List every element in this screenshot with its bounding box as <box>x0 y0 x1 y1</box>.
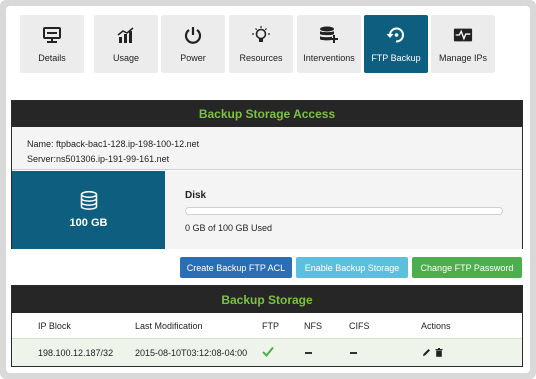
tab-label: Usage <box>112 53 139 63</box>
tab-label: Resources <box>239 53 283 63</box>
trash-icon[interactable] <box>435 348 443 359</box>
minus-icon <box>350 352 357 354</box>
server-icon <box>42 26 62 44</box>
backup-storage-panel: Backup Storage IP Block Last Modificatio… <box>11 285 523 367</box>
panel-title: Backup Storage Access <box>12 101 522 127</box>
storage-size: 100 GB <box>69 217 108 229</box>
tab-ftp-backup[interactable]: FTP Backup <box>364 15 428 73</box>
column-ip-block: IP Block <box>38 321 71 331</box>
disk-used-text: 0 GB of 100 GB Used <box>185 223 273 233</box>
power-icon <box>183 26 203 44</box>
change-ftp-password-button[interactable]: Change FTP Password <box>412 257 522 278</box>
column-nfs: NFS <box>304 321 322 331</box>
tab-label: Interventions <box>303 53 355 63</box>
enable-backup-storage-button[interactable]: Enable Backup Storage <box>296 257 408 278</box>
check-icon <box>262 346 274 359</box>
table-header: IP Block Last Modification FTP NFS CIFS … <box>12 313 522 338</box>
disk-usage: Disk 0 GB of 100 GB Used <box>165 171 522 249</box>
storage-size-box: 100 GB <box>12 171 165 249</box>
ftp-name: Name: ftpback-bac1-128.ip-198-100-12.net <box>27 139 200 149</box>
ip-block-cell: 198.100.12.187/32 <box>38 348 114 358</box>
panel-title: Backup Storage <box>12 286 522 313</box>
server-name: Server:ns501306.ip-191-99-161.net <box>27 154 170 164</box>
tab-label: Manage IPs <box>438 53 488 63</box>
chart-icon <box>116 26 136 44</box>
tab-interventions[interactable]: Interventions <box>297 15 361 73</box>
tab-resources[interactable]: Resources <box>229 15 293 73</box>
minus-icon <box>305 352 312 354</box>
column-cifs: CIFS <box>349 321 370 331</box>
tab-label: Power <box>180 53 206 63</box>
tab-usage[interactable]: Usage <box>94 15 158 73</box>
column-actions: Actions <box>421 321 451 331</box>
disk-progress-bar <box>185 207 503 215</box>
tab-label: Details <box>38 53 66 63</box>
database-plus-icon <box>319 26 339 44</box>
content-area: Details Usage Power Resources Interventi… <box>6 6 530 373</box>
last-modification-cell: 2015-08-10T03:12:08-04:00 <box>135 348 248 358</box>
tab-manage-ips[interactable]: Manage IPs <box>431 15 495 73</box>
restore-icon <box>386 26 406 44</box>
backup-storage-access-panel: Backup Storage Access Name: ftpback-bac1… <box>11 100 523 249</box>
tab-details[interactable]: Details <box>20 15 84 73</box>
disk-title: Disk <box>185 190 207 201</box>
window-frame: Details Usage Power Resources Interventi… <box>0 0 536 379</box>
lightbulb-icon <box>251 26 271 44</box>
edit-icon[interactable] <box>422 348 431 359</box>
pulse-monitor-icon <box>453 26 473 44</box>
column-ftp: FTP <box>262 321 279 331</box>
access-info: Name: ftpback-bac1-128.ip-198-100-12.net… <box>12 127 522 170</box>
column-last-modification: Last Modification <box>135 321 203 331</box>
table-row: 198.100.12.187/32 2015-08-10T03:12:08-04… <box>12 338 522 366</box>
database-icon <box>80 190 98 213</box>
create-backup-ftp-acl-button[interactable]: Create Backup FTP ACL <box>180 257 292 278</box>
tab-power[interactable]: Power <box>161 15 225 73</box>
tab-label: FTP Backup <box>371 53 421 63</box>
